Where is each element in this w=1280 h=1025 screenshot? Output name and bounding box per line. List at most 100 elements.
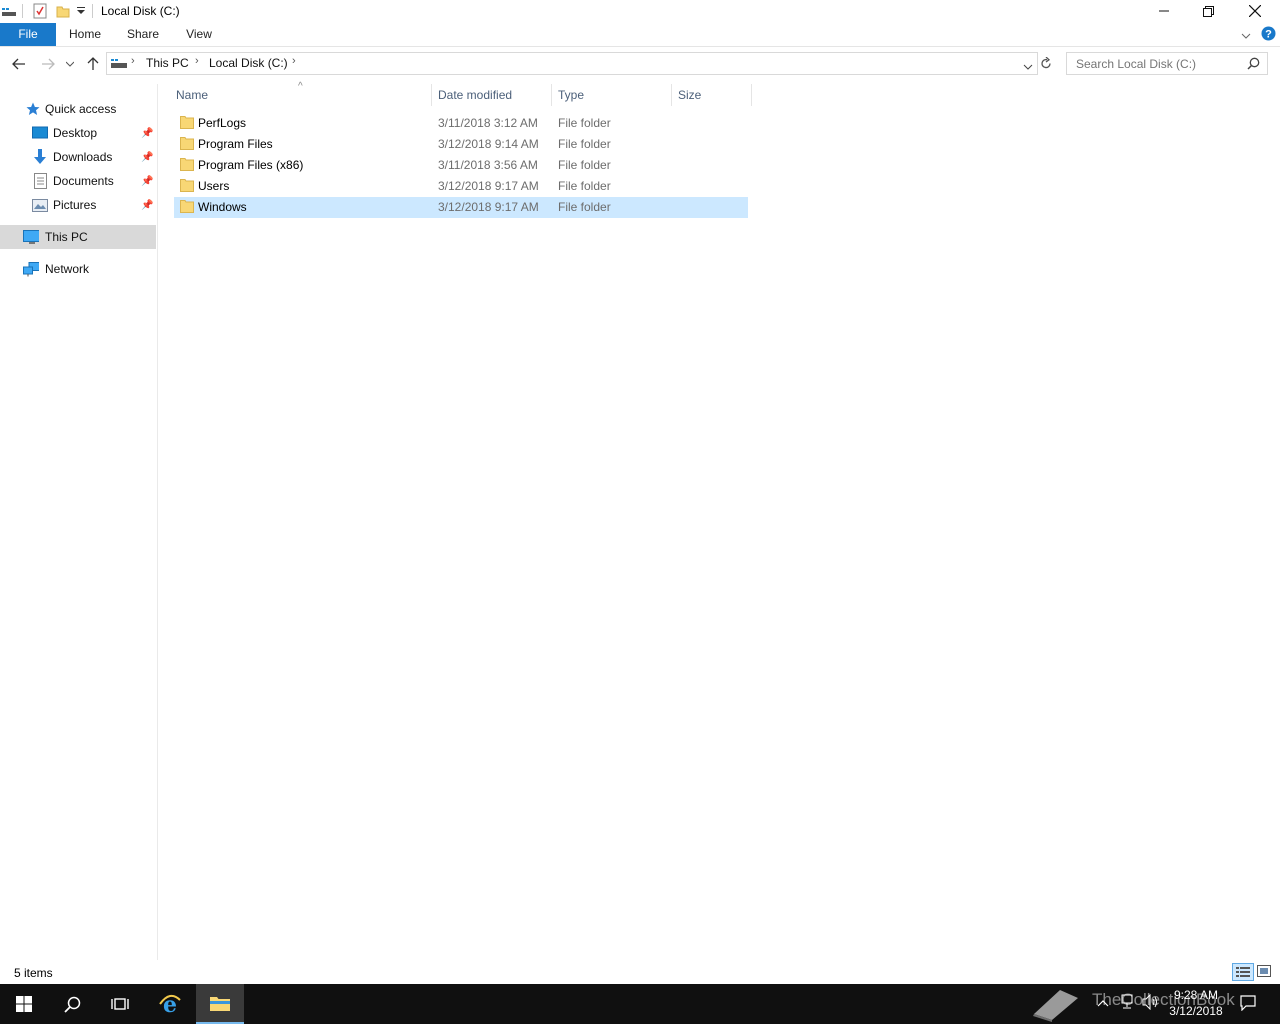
- task-view-button[interactable]: [96, 984, 144, 1024]
- recent-locations-button[interactable]: [63, 55, 77, 73]
- pin-icon[interactable]: 📌: [141, 152, 153, 163]
- column-headers: Name ^ Date modified Type Size: [170, 81, 752, 106]
- clock-date: 3/12/2018: [1169, 1004, 1223, 1018]
- details-view-icon[interactable]: [1232, 963, 1254, 981]
- file-explorer-icon: [210, 997, 230, 1011]
- column-header-size[interactable]: Size: [672, 84, 752, 106]
- tab-file[interactable]: File: [0, 23, 56, 46]
- help-icon[interactable]: ?: [1261, 26, 1276, 44]
- computer-icon: [23, 229, 39, 245]
- windows-logo-icon: [16, 996, 32, 1012]
- breadcrumb-this-pc[interactable]: This PC: [146, 56, 189, 70]
- restore-button[interactable]: [1186, 0, 1231, 22]
- search-box[interactable]: [1066, 52, 1268, 75]
- svg-text:?: ?: [1265, 29, 1272, 41]
- desktop-icon: [32, 125, 48, 141]
- file-name: Users: [198, 179, 230, 193]
- internet-explorer-button[interactable]: e: [146, 984, 194, 1024]
- nav-item-downloads[interactable]: Downloads 📌: [0, 145, 156, 169]
- start-button[interactable]: [0, 984, 48, 1024]
- file-name: Program Files: [198, 137, 273, 151]
- nav-label: Quick access: [45, 102, 117, 116]
- folder-icon: [180, 116, 194, 129]
- file-row[interactable]: Program Files (x86) 3/11/2018 3:56 AM Fi…: [174, 155, 748, 176]
- expand-ribbon-icon[interactable]: [1241, 29, 1251, 43]
- nav-item-this-pc[interactable]: This PC: [0, 225, 156, 249]
- volume-icon[interactable]: [1142, 993, 1160, 1013]
- back-button[interactable]: [10, 55, 28, 73]
- file-row[interactable]: PerfLogs 3/11/2018 3:12 AM File folder: [174, 113, 748, 134]
- new-folder-icon[interactable]: [56, 3, 70, 19]
- search-icon[interactable]: [1247, 57, 1260, 73]
- file-type: File folder: [558, 158, 611, 172]
- file-date: 3/12/2018 9:17 AM: [438, 179, 539, 193]
- minimize-button[interactable]: [1141, 0, 1186, 22]
- qat-customize-icon[interactable]: [77, 3, 85, 19]
- app-drive-icon[interactable]: [2, 3, 16, 19]
- item-count: 5 items: [14, 966, 53, 980]
- tab-share[interactable]: Share: [120, 23, 166, 46]
- status-bar: 5 items: [0, 962, 1280, 984]
- file-row-selected[interactable]: Windows 3/12/2018 9:17 AM File folder: [174, 197, 748, 218]
- taskbar-search-button[interactable]: [48, 984, 96, 1024]
- search-icon: [63, 996, 80, 1013]
- file-type: File folder: [558, 116, 611, 130]
- file-date: 3/12/2018 9:14 AM: [438, 137, 539, 151]
- nav-item-desktop[interactable]: Desktop 📌: [0, 121, 156, 145]
- file-explorer-button[interactable]: [196, 984, 244, 1024]
- nav-label: Documents: [53, 174, 114, 188]
- folder-icon: [180, 137, 194, 150]
- nav-label: Network: [45, 262, 90, 276]
- nav-item-documents[interactable]: Documents 📌: [0, 169, 156, 193]
- nav-label: Pictures: [53, 198, 97, 212]
- drive-icon: [111, 57, 127, 72]
- breadcrumb-chevron-icon[interactable]: ›: [195, 55, 199, 67]
- folder-icon: [180, 158, 194, 171]
- ribbon: File Home Share View ?: [0, 23, 1280, 47]
- action-center-icon[interactable]: [1240, 995, 1256, 1014]
- pin-icon[interactable]: 📌: [141, 176, 153, 187]
- breadcrumb-local-disk[interactable]: Local Disk (C:): [209, 56, 288, 70]
- pin-icon[interactable]: 📌: [141, 200, 153, 211]
- nav-item-network[interactable]: Network: [0, 257, 156, 281]
- internet-explorer-icon: e: [159, 992, 181, 1016]
- up-button[interactable]: [84, 55, 102, 73]
- search-input[interactable]: [1074, 56, 1248, 72]
- column-header-name[interactable]: Name ^: [170, 81, 432, 106]
- book-watermark-icon: [1030, 986, 1082, 1025]
- file-name: Windows: [198, 200, 247, 214]
- document-icon: [32, 173, 48, 189]
- nav-label: Downloads: [53, 150, 113, 164]
- close-button[interactable]: [1232, 0, 1277, 22]
- address-bar[interactable]: › This PC › Local Disk (C:) ›: [106, 52, 1038, 75]
- taskbar-clock[interactable]: 9:28 AM 3/12/2018: [1160, 987, 1232, 1019]
- tab-home[interactable]: Home: [62, 23, 108, 46]
- network-tray-icon[interactable]: [1119, 994, 1135, 1013]
- breadcrumb-chevron-icon[interactable]: ›: [131, 55, 135, 67]
- address-dropdown-icon[interactable]: [1023, 60, 1033, 74]
- nav-item-pictures[interactable]: Pictures 📌: [0, 193, 156, 217]
- title-divider: [92, 4, 93, 18]
- file-row[interactable]: Program Files 3/12/2018 9:14 AM File fol…: [174, 134, 748, 155]
- breadcrumb-chevron-icon[interactable]: ›: [292, 55, 296, 67]
- file-type: File folder: [558, 137, 611, 151]
- column-header-date[interactable]: Date modified: [432, 84, 552, 106]
- show-hidden-icons-icon[interactable]: [1097, 996, 1109, 1010]
- clock-time: 9:28 AM: [1173, 988, 1219, 1002]
- nav-label: Desktop: [53, 126, 98, 140]
- folder-icon: [180, 200, 194, 213]
- column-header-type[interactable]: Type: [552, 84, 672, 106]
- large-icons-view-icon[interactable]: [1257, 965, 1271, 980]
- forward-button[interactable]: [39, 55, 57, 73]
- refresh-icon[interactable]: [1040, 56, 1052, 73]
- properties-icon[interactable]: [33, 3, 47, 19]
- taskbar: e TheCollectionBook 9:28 AM 3/12/2018: [0, 984, 1280, 1024]
- file-row[interactable]: Users 3/12/2018 9:17 AM File folder: [174, 176, 748, 197]
- download-arrow-icon: [32, 149, 48, 165]
- file-date: 3/12/2018 9:17 AM: [438, 200, 539, 214]
- pin-icon[interactable]: 📌: [141, 128, 153, 139]
- nav-quick-access[interactable]: Quick access: [0, 97, 156, 121]
- sort-ascending-icon: ^: [298, 81, 303, 92]
- tab-view[interactable]: View: [178, 23, 220, 46]
- file-type: File folder: [558, 200, 611, 214]
